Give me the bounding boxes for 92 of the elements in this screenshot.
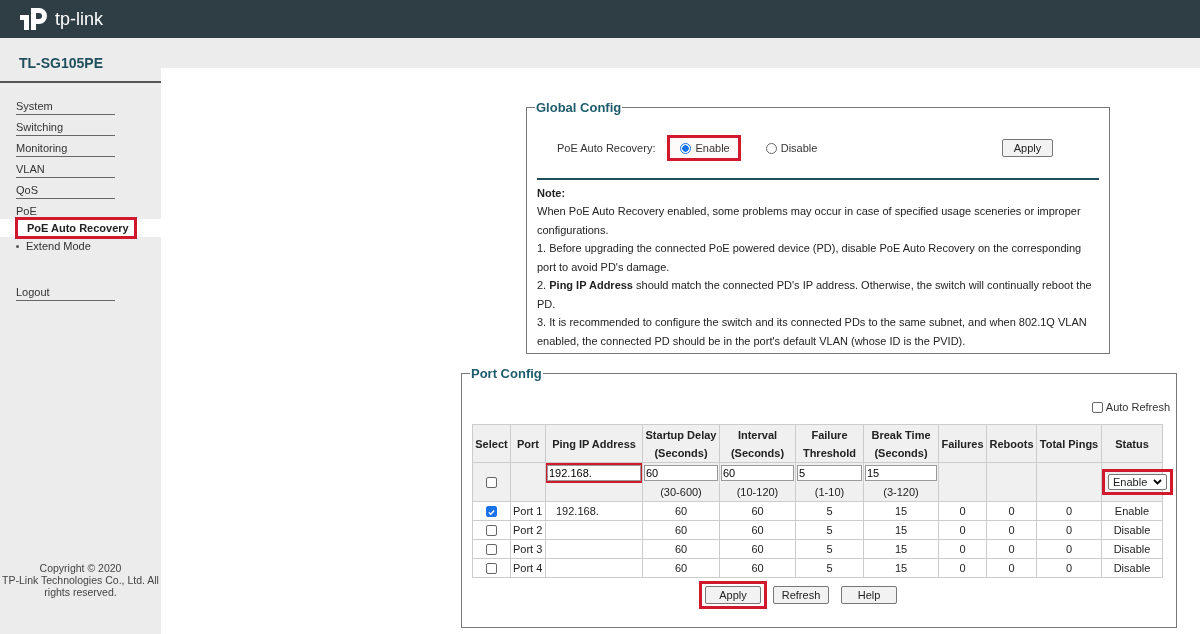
column-header: Ping IP Address [545, 424, 643, 463]
sidebar-item[interactable]: Switching [16, 118, 115, 136]
table-cell: 0 [938, 501, 987, 521]
sidebar-item[interactable]: PoE Auto Recovery [15, 217, 137, 239]
table-cell: 0 [938, 539, 987, 559]
note-text: 2. Ping IP Address should match the connected PD's IP address. Otherwise, the switch will continually reboot the PD. [537, 278, 1093, 312]
table-cell: 60 [719, 539, 796, 559]
table-cell: 5 [795, 558, 864, 578]
table-cell: 60 [719, 520, 796, 540]
table-cell: Port 1 [510, 501, 546, 521]
table-cell: 15 [863, 539, 939, 559]
sidebar-item[interactable]: Logout [16, 283, 115, 301]
note-text: 1. Before upgrading the connected PoE powered device (PD), disable PoE Auto Recovery on the corresponding port to avoid PD's damage. [537, 241, 1083, 275]
table-cell: 5 [795, 520, 864, 540]
table-cell: 60 [642, 539, 720, 559]
table-cell: 0 [1036, 558, 1102, 578]
table-cell: 0 [986, 558, 1037, 578]
table-cell: 0 [1036, 539, 1102, 559]
device-model: TL-SG105PE [0, 38, 161, 83]
sidebar-item[interactable]: PoE [16, 202, 161, 219]
sidebar-item[interactable]: System [16, 97, 115, 115]
range-hint: (1-10) [813, 485, 846, 500]
select-checkbox[interactable] [486, 544, 497, 556]
action-button[interactable]: Refresh [773, 586, 829, 604]
table-cell: 0 [986, 539, 1037, 559]
column-header: Failure Threshold [795, 424, 864, 463]
table-cell: 0 [986, 520, 1037, 540]
status-dropdown[interactable]: Enable [1108, 474, 1168, 490]
action-button[interactable]: Help [841, 586, 897, 604]
note-text: When PoE Auto Recovery enabled, some problems may occur in case of specified usage sceneries or improper configurations. [537, 204, 1082, 238]
panel-title: Global Config [535, 100, 623, 115]
column-header: Failures [938, 424, 987, 463]
table-cell: 0 [986, 501, 1037, 521]
note-text: 3. It is recommended to configure the switch and its connected PDs to the same subnet, and when 802.1Q VLAN enabled, the connected PD should be in the port's default VLAN (whose ID is the PVID). [537, 315, 1088, 349]
table-cell: Disable [1101, 539, 1163, 559]
sidebar-item[interactable]: VLAN [16, 160, 115, 178]
sidebar-item[interactable]: Monitoring [16, 139, 115, 157]
input-field[interactable]: 15 [865, 465, 937, 481]
table-cell: Disable [1101, 520, 1163, 540]
select-checkbox[interactable] [486, 563, 497, 575]
table-cell: Enable [1101, 501, 1163, 521]
table-cell: 5 [795, 501, 864, 521]
table-cell: 60 [642, 501, 720, 521]
radio-option[interactable]: Disable [765, 142, 818, 154]
column-header: Total Pings [1036, 424, 1102, 463]
table-cell: 60 [642, 520, 720, 540]
table-cell: 15 [863, 501, 939, 521]
table-cell: 5 [795, 539, 864, 559]
table-cell: Port 3 [510, 539, 546, 559]
bullet-icon [16, 244, 19, 248]
range-hint: (3-120) [882, 485, 920, 500]
input-field[interactable]: 60 [721, 465, 794, 481]
note-title: Note: [537, 186, 567, 200]
radio-option[interactable]: Enable [680, 142, 730, 154]
column-header: Interval (Seconds) [719, 424, 796, 463]
column-header: Reboots [986, 424, 1037, 463]
table-cell: 15 [863, 558, 939, 578]
table-cell: 60 [719, 501, 796, 521]
copyright-text: Copyright © 2020 TP-Link Technologies Co., Ltd. All rights reserved. [1, 562, 160, 598]
column-header: Startup Delay (Seconds) [642, 424, 720, 463]
apply-button[interactable]: Apply [1002, 139, 1053, 157]
table-cell: 60 [642, 558, 720, 578]
input-field[interactable]: 60 [644, 465, 718, 481]
sidebar-item[interactable]: QoS [16, 181, 115, 199]
sidebar-item[interactable]: Extend Mode [26, 238, 91, 254]
table-cell: 15 [863, 520, 939, 540]
table-cell: 0 [1036, 520, 1102, 540]
action-button[interactable]: Apply [705, 586, 761, 604]
range-hint: (10-120) [735, 485, 780, 500]
table-cell: 0 [938, 520, 987, 540]
table-cell: Port 2 [510, 520, 546, 540]
chevron-down-icon [1153, 479, 1163, 485]
table-cell: 60 [719, 558, 796, 578]
column-header: Port [510, 424, 546, 463]
select-checkbox[interactable] [486, 525, 497, 537]
auto-refresh-checkbox[interactable]: Auto Refresh [1091, 401, 1170, 413]
table-cell: Disable [1101, 558, 1163, 578]
select-checkbox[interactable] [486, 506, 497, 518]
column-header: Break Time (Seconds) [863, 424, 939, 463]
select-checkbox[interactable] [486, 477, 497, 489]
table-cell: 0 [1036, 501, 1102, 521]
range-hint: (30-600) [659, 485, 703, 500]
input-field[interactable]: 5 [797, 465, 862, 481]
field-label: PoE Auto Recovery: [557, 142, 656, 154]
column-header: Status [1101, 424, 1163, 463]
panel-title: Port Config [470, 366, 543, 381]
table-cell: 0 [938, 558, 987, 578]
column-header: Select [472, 424, 511, 463]
input-field[interactable]: 192.168. [547, 465, 641, 481]
logo-text: tp-link [55, 8, 103, 30]
table-cell: 192.168. [545, 501, 643, 521]
table-cell: Port 4 [510, 558, 546, 578]
